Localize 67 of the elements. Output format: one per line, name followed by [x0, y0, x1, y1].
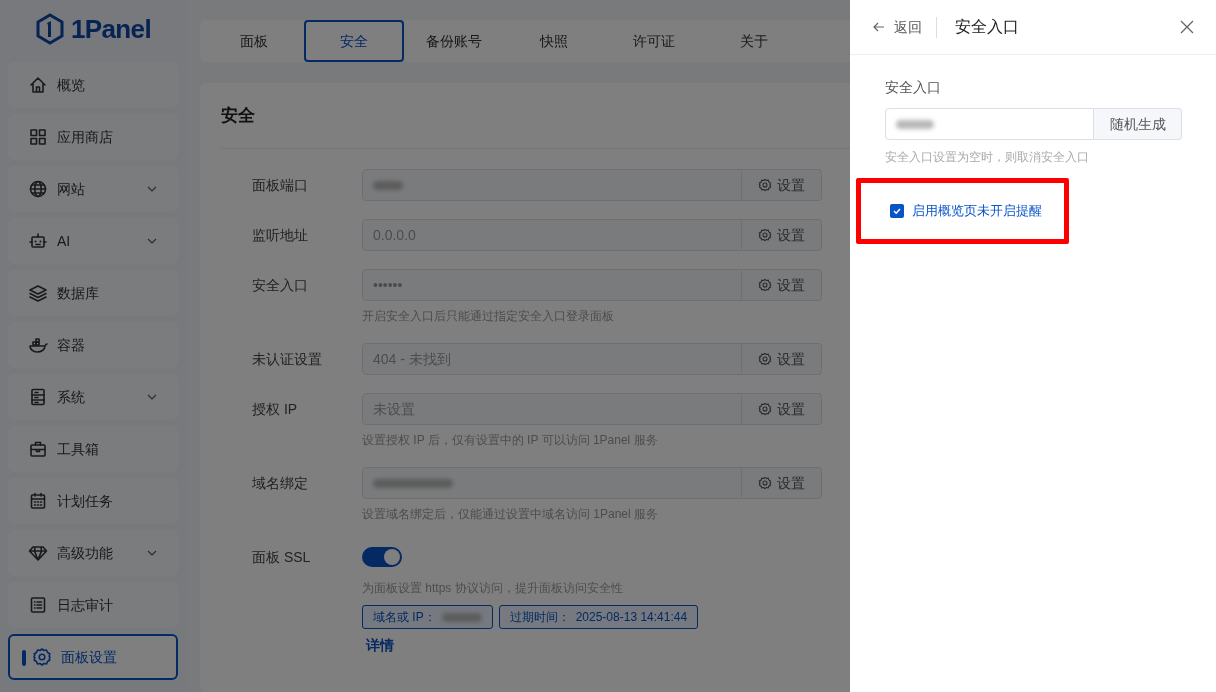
input-field[interactable] [885, 108, 1094, 140]
sidebar-item[interactable]: 数据库 [8, 270, 178, 316]
toggle-switch[interactable] [362, 547, 402, 567]
field-label: 域名绑定 [252, 474, 309, 493]
sidebar-item[interactable]: 工具箱 [8, 426, 178, 472]
settings-button[interactable]: 设置 [742, 219, 822, 251]
field-label: 授权 IP [252, 400, 299, 419]
grid-icon [28, 127, 48, 147]
back-button[interactable]: 返回 [872, 16, 937, 38]
sidebar-item[interactable]: 网站 [8, 166, 178, 212]
gear-icon [758, 352, 772, 366]
field-label: 监听地址 [252, 226, 309, 245]
robot-icon [28, 231, 48, 251]
home-icon [28, 75, 48, 95]
input-field[interactable] [362, 467, 742, 499]
field-label: 面板端口 [252, 176, 309, 195]
drawer-title: 安全入口 [955, 17, 1020, 37]
sidebar-item[interactable]: 容器 [8, 322, 178, 368]
field-label: 面板 SSL [252, 548, 312, 567]
server-icon [28, 387, 48, 407]
gear-icon [758, 402, 772, 416]
diamond-icon [28, 543, 48, 563]
sidebar-item[interactable]: AI [8, 218, 178, 264]
settings-button[interactable]: 设置 [742, 343, 822, 375]
sidebar-item[interactable]: 应用商店 [8, 114, 178, 160]
info-tag: 过期时间： 2025-08-13 14:41:44 [498, 605, 699, 629]
settings-button[interactable]: 设置 [742, 169, 822, 201]
field-label: 未认证设置 [252, 350, 323, 369]
tab[interactable]: 许可证 [604, 20, 704, 62]
list-icon [28, 595, 48, 615]
layers-icon [28, 283, 48, 303]
field-label: 安全入口 [252, 276, 309, 295]
settings-button[interactable]: 设置 [742, 393, 822, 425]
input-field[interactable] [362, 169, 742, 201]
close-icon[interactable] [1180, 20, 1194, 34]
sidebar-item[interactable]: 面板设置 [8, 634, 178, 680]
gear-icon [758, 476, 772, 490]
tab[interactable]: 安全 [304, 20, 404, 62]
toolbox-icon [28, 439, 48, 459]
tab[interactable]: 关于 [704, 20, 804, 62]
checkbox[interactable]: 启用概览页未开启提醒 [890, 201, 1042, 221]
sidebar-item[interactable]: 系统 [8, 374, 178, 420]
tab[interactable]: 面板 [204, 20, 304, 62]
details-link[interactable]: 详情 [366, 635, 699, 656]
sidebar-item[interactable]: 计划任务 [8, 478, 178, 524]
hint-text: 安全入口设置为空时，则取消安全入口 [885, 149, 1090, 166]
logo-text: 1Panel [71, 12, 151, 46]
calendar-icon [28, 491, 48, 511]
arrow-left-icon [872, 20, 886, 34]
gear-icon [758, 178, 772, 192]
gear-icon [758, 278, 772, 292]
logo-icon [35, 13, 66, 45]
info-tag: 域名或 IP： [362, 605, 493, 629]
tab[interactable]: 备份账号 [404, 20, 504, 62]
checkbox-box[interactable] [890, 204, 904, 218]
settings-icon [32, 647, 52, 667]
globe-icon [28, 179, 48, 199]
check-icon [892, 206, 902, 216]
gear-icon [758, 228, 772, 242]
settings-button[interactable]: 设置 [742, 269, 822, 301]
sidebar-item[interactable]: 概览 [8, 62, 178, 108]
sidebar-item[interactable]: 日志审计 [8, 582, 178, 628]
generate-button[interactable]: 随机生成 [1094, 108, 1182, 140]
settings-button[interactable]: 设置 [742, 467, 822, 499]
whale-icon [28, 335, 48, 355]
sidebar-item[interactable]: 高级功能 [8, 530, 178, 576]
tab[interactable]: 快照 [504, 20, 604, 62]
